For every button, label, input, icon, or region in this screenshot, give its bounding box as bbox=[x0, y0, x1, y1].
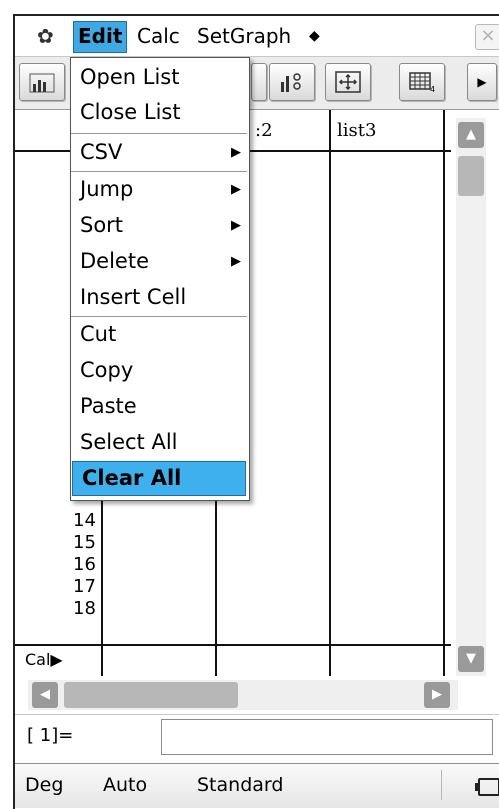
stat-graph-button[interactable] bbox=[269, 63, 315, 101]
view-window-icon bbox=[335, 71, 361, 93]
menu-item-insert-cell[interactable]: Insert Cell bbox=[71, 280, 247, 315]
column-divider-4 bbox=[443, 110, 445, 676]
row-number: 14 bbox=[73, 510, 96, 531]
cal-row-label[interactable]: Cal▶ bbox=[25, 650, 63, 669]
graph-window-button[interactable] bbox=[19, 63, 65, 101]
menu-item-label: Sort bbox=[80, 213, 124, 237]
menu-item-paste[interactable]: Paste bbox=[71, 389, 247, 424]
scroll-left-icon[interactable]: ◀ bbox=[32, 682, 58, 708]
menu-item-label: Copy bbox=[80, 358, 134, 382]
menu-item-label: Cut bbox=[80, 322, 117, 346]
menu-item-sort[interactable]: Sort ▶ bbox=[71, 208, 247, 243]
menu-item-close-list[interactable]: Close List bbox=[71, 95, 247, 130]
row-number: 15 bbox=[73, 532, 96, 553]
row-number: 16 bbox=[73, 554, 96, 575]
entry-input[interactable] bbox=[161, 719, 493, 755]
menu-item-cut[interactable]: Cut bbox=[71, 317, 247, 352]
cal-row-divider bbox=[15, 644, 451, 646]
menu-item-clear-all[interactable]: Clear All bbox=[72, 461, 246, 496]
horizontal-scroll-thumb[interactable] bbox=[64, 682, 238, 708]
chevron-right-icon: ▶ bbox=[231, 182, 241, 197]
scroll-right-icon[interactable]: ▶ bbox=[424, 682, 450, 708]
entry-label: [ 1]= bbox=[27, 725, 74, 746]
column-divider-3 bbox=[329, 110, 331, 676]
menubar: ✿ Edit Calc SetGraph ◆ × bbox=[15, 16, 499, 57]
horizontal-scrollbar[interactable]: ◀ ▶ bbox=[28, 680, 458, 710]
number-format[interactable]: Standard bbox=[197, 774, 283, 796]
scroll-up-icon[interactable]: ▲ bbox=[458, 122, 484, 148]
menu-item-label: Close List bbox=[80, 100, 181, 124]
col2-header[interactable]: :2 bbox=[255, 120, 273, 141]
col3-header[interactable]: list3 bbox=[337, 120, 376, 141]
svg-text:4: 4 bbox=[430, 85, 435, 94]
vertical-scroll-thumb[interactable] bbox=[458, 156, 484, 196]
vertical-scrollbar[interactable]: ▲ ▼ bbox=[456, 118, 486, 676]
status-bar: Deg Auto Standard bbox=[15, 763, 499, 808]
toolbar-partial-button[interactable] bbox=[251, 63, 267, 101]
menu-item-label: Insert Cell bbox=[80, 285, 187, 309]
menu-item-open-list[interactable]: Open List bbox=[71, 60, 247, 95]
list-editor-button[interactable]: 4 bbox=[399, 63, 445, 101]
view-window-button[interactable] bbox=[325, 63, 371, 101]
grid-icon: 4 bbox=[409, 72, 435, 94]
menu-separator bbox=[71, 133, 247, 134]
menu-item-delete[interactable]: Delete ▶ bbox=[71, 244, 247, 279]
toolbar-next-icon[interactable]: ▶ bbox=[467, 63, 497, 101]
menu-calc[interactable]: Calc bbox=[133, 21, 184, 51]
close-icon[interactable]: × bbox=[475, 24, 499, 50]
menu-item-label: Open List bbox=[80, 65, 180, 89]
menu-item-label: Paste bbox=[80, 394, 137, 418]
calc-mode[interactable]: Auto bbox=[103, 774, 147, 796]
menu-item-copy[interactable]: Copy bbox=[71, 353, 247, 388]
gear-icon[interactable]: ✿ bbox=[37, 26, 57, 46]
angle-mode[interactable]: Deg bbox=[25, 774, 63, 796]
menu-item-csv[interactable]: CSV ▶ bbox=[71, 135, 247, 170]
menu-setgraph[interactable]: SetGraph bbox=[193, 21, 295, 51]
menu-item-jump[interactable]: Jump ▶ bbox=[71, 172, 247, 207]
row-number: 18 bbox=[73, 598, 96, 619]
row-number: 17 bbox=[73, 576, 96, 597]
chevron-right-icon: ▶ bbox=[231, 254, 241, 269]
menu-item-label: Jump bbox=[80, 177, 134, 201]
battery-icon bbox=[475, 778, 499, 796]
chevron-right-icon: ▶ bbox=[231, 145, 241, 160]
entry-line: [ 1]= bbox=[15, 714, 499, 759]
menu-item-label: Delete bbox=[80, 249, 149, 273]
stat-graph-icon bbox=[281, 73, 301, 92]
menu-item-label: Select All bbox=[80, 430, 178, 454]
menu-more-icon[interactable]: ◆ bbox=[305, 21, 324, 51]
menu-item-select-all[interactable]: Select All bbox=[71, 425, 247, 460]
menu-item-label: CSV bbox=[80, 140, 123, 164]
menu-item-label: Clear All bbox=[82, 466, 182, 490]
chevron-right-icon: ▶ bbox=[231, 218, 241, 233]
edit-menu: Open List Close List CSV ▶ Jump ▶ Sort ▶ De… bbox=[70, 57, 250, 501]
status-divider bbox=[441, 770, 442, 800]
menu-edit[interactable]: Edit bbox=[73, 21, 128, 53]
scroll-down-icon[interactable]: ▼ bbox=[458, 646, 484, 672]
bar-graph-icon bbox=[29, 73, 55, 93]
